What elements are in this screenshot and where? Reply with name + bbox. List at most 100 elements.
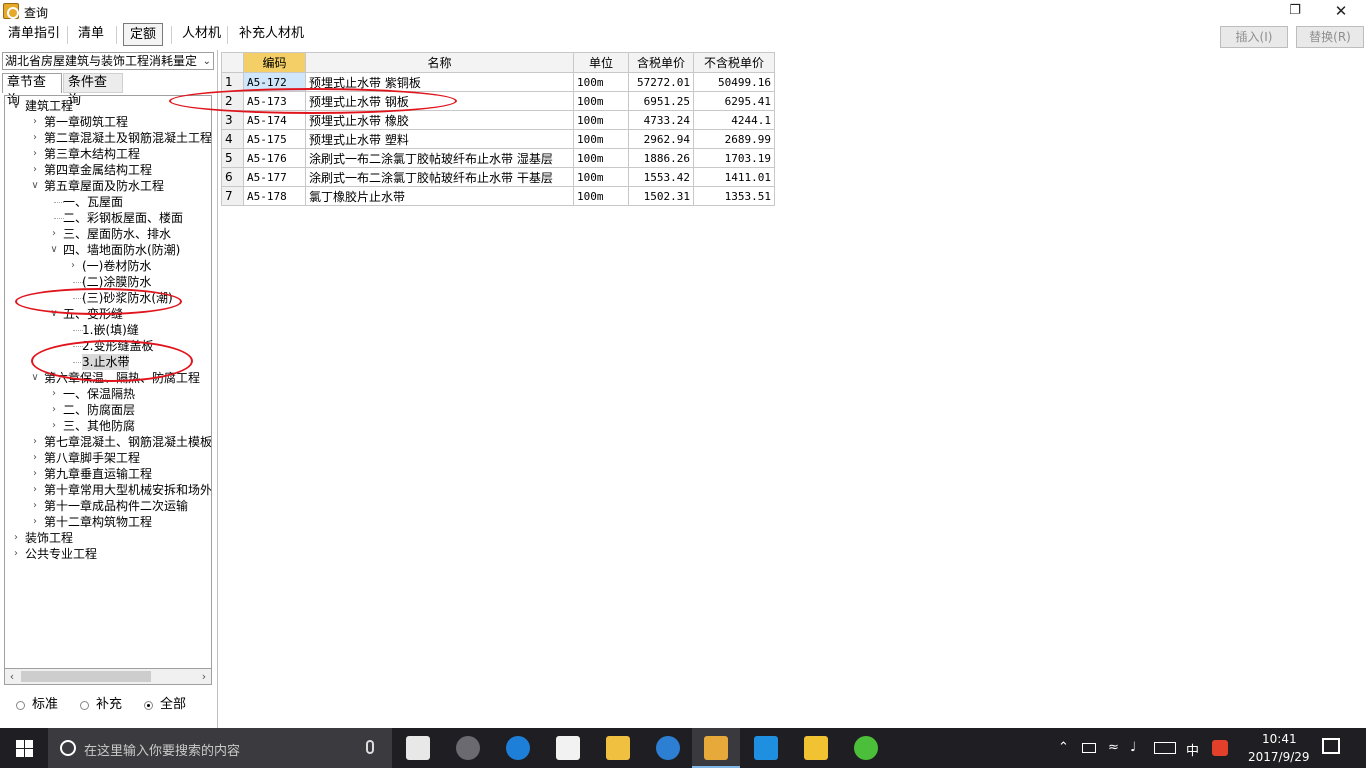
filter-radios: 标准 补充 全部 (0, 696, 218, 716)
table-row[interactable]: 4 A5-175 预埋式止水带 塑料 100m 2962.94 2689.99 (221, 129, 775, 149)
expand-closed-icon[interactable]: › (30, 482, 40, 498)
wifi-icon[interactable]: ≈ (1108, 740, 1119, 755)
scroll-right-icon[interactable]: › (197, 669, 211, 684)
tree-node[interactable]: 第五章屋面及防水工程 (44, 178, 164, 194)
volume-icon[interactable]: ♩ (1130, 740, 1136, 755)
notification-icon[interactable] (1322, 738, 1340, 754)
expand-closed-icon[interactable]: › (11, 530, 21, 546)
tree-node[interactable]: 一、保温隔热 (63, 386, 135, 402)
tree-node[interactable]: 三、屋面防水、排水 (63, 226, 171, 242)
tree-node[interactable]: 第九章垂直运输工程 (44, 466, 152, 482)
table-row[interactable]: 6 A5-177 涂刷式一布二涂氯丁胶帖玻纤布止水带 干基层 100m 1553.42 1… (221, 167, 775, 187)
tree-node[interactable]: 第十二章构筑物工程 (44, 514, 152, 530)
store-icon[interactable] (544, 728, 592, 768)
cell-name: 氯丁橡胶片止水带 (305, 186, 574, 206)
plus-icon[interactable] (742, 728, 790, 768)
expand-closed-icon[interactable]: › (49, 226, 59, 242)
table-row[interactable]: 5 A5-176 涂刷式一布二涂氯丁胶帖玻纤布止水带 湿基层 100m 1886.26 1… (221, 148, 775, 168)
header-code[interactable]: 编码 (243, 52, 306, 73)
battery-icon[interactable] (1082, 743, 1096, 753)
expand-open-icon[interactable]: ∨ (30, 178, 40, 194)
tab-condition-query[interactable]: 条件查询 (63, 73, 123, 108)
glodon-icon[interactable] (644, 728, 692, 768)
expand-closed-icon[interactable]: › (49, 402, 59, 418)
header-tax-price[interactable]: 含税单价 (628, 52, 694, 73)
expand-closed-icon[interactable]: › (68, 258, 78, 274)
explorer-icon[interactable] (594, 728, 642, 768)
expand-closed-icon[interactable]: › (30, 450, 40, 466)
windows-start-icon[interactable] (0, 728, 48, 768)
table-row[interactable]: 7 A5-178 氯丁橡胶片止水带 100m 1502.31 1353.51 (221, 186, 775, 206)
chevron-up-icon[interactable]: ⌃ (1058, 740, 1069, 755)
notes-icon[interactable] (692, 728, 740, 768)
help-icon[interactable] (792, 728, 840, 768)
taskbar-search[interactable]: 在这里输入你要搜索的内容 (48, 728, 392, 768)
expand-closed-icon[interactable]: › (30, 114, 40, 130)
expand-closed-icon[interactable]: › (30, 514, 40, 530)
expand-closed-icon[interactable]: › (11, 546, 21, 562)
tree-node[interactable]: 建筑工程 (25, 98, 73, 114)
tree-node[interactable]: (一)卷材防水 (82, 258, 151, 274)
tree-node[interactable]: 第二章混凝土及钢筋混凝土工程 (44, 130, 211, 146)
tree-node[interactable]: 二、防腐面层 (63, 402, 135, 418)
expand-closed-icon[interactable]: › (49, 418, 59, 434)
tab-chapter-query[interactable]: 章节查询 (2, 73, 62, 108)
expand-closed-icon[interactable]: › (30, 498, 40, 514)
microphone-icon[interactable] (366, 740, 374, 754)
library-select[interactable]: 湖北省房屋建筑与装饰工程消耗量定 ⌄ (2, 52, 214, 70)
tree-node[interactable]: 第一章砌筑工程 (44, 114, 128, 130)
cell-code: A5-177 (243, 167, 306, 187)
expand-closed-icon[interactable]: › (30, 434, 40, 450)
scroll-left-icon[interactable]: ‹ (5, 669, 19, 684)
tab-list[interactable]: 清单 (72, 23, 110, 46)
insert-button[interactable]: 插入(I) (1220, 26, 1288, 48)
tree-node[interactable]: 第十一章成品构件二次运输 (44, 498, 188, 514)
tree-node[interactable]: 1.嵌(填)缝 (82, 322, 139, 338)
edge-icon[interactable] (494, 728, 542, 768)
tab-materials[interactable]: 人材机 (176, 23, 227, 46)
expand-closed-icon[interactable]: › (30, 146, 40, 162)
replace-button[interactable]: 替换(R) (1296, 26, 1364, 48)
tree-node[interactable]: 第十章常用大型机械安拆和场外 (44, 482, 211, 498)
tab-extra-materials[interactable]: 补充人材机 (233, 23, 310, 46)
taskbar: 在这里输入你要搜索的内容 ⌃ ≈ ♩ 中 10:41 2017/9/29 (0, 728, 1366, 768)
tree-node[interactable]: 第三章木结构工程 (44, 146, 140, 162)
tree-node[interactable]: 四、墙地面防水(防潮) (63, 242, 180, 258)
expand-open-icon[interactable]: ∨ (49, 242, 59, 258)
green-app-icon[interactable] (842, 728, 890, 768)
windmill-icon[interactable] (394, 728, 442, 768)
scrollbar-thumb[interactable] (21, 671, 151, 682)
horizontal-scrollbar[interactable]: ‹ › (4, 668, 212, 685)
chevron-down-icon[interactable]: ⌄ (203, 54, 211, 69)
expand-closed-icon[interactable]: › (30, 130, 40, 146)
tree-node[interactable]: 装饰工程 (25, 530, 73, 546)
clock-date[interactable]: 2017/9/29 (1248, 750, 1310, 764)
header-name[interactable]: 名称 (305, 52, 574, 73)
table-header-row: 编码 名称 单位 含税单价 不含税单价 (221, 52, 775, 73)
tree-node[interactable]: 第七章混凝土、钢筋混凝土模板 (44, 434, 211, 450)
expand-closed-icon[interactable]: › (30, 162, 40, 178)
tab-quota[interactable]: 定额 (123, 23, 164, 46)
close-icon[interactable]: ✕ (1318, 0, 1364, 22)
expand-closed-icon[interactable]: › (49, 386, 59, 402)
clock-time[interactable]: 10:41 (1262, 732, 1297, 746)
tree-node[interactable]: 三、其他防腐 (63, 418, 135, 434)
tree-node[interactable]: 一、瓦屋面 (63, 194, 123, 210)
expand-open-icon[interactable]: ∨ (11, 98, 21, 114)
header-notax-price[interactable]: 不含税单价 (693, 52, 775, 73)
row-number: 6 (221, 167, 244, 187)
tree-node[interactable]: 公共专业工程 (25, 546, 97, 562)
left-panel: 湖北省房屋建筑与装饰工程消耗量定 ⌄ 章节查询 条件查询 ∨ 建筑工程 › 第一章砌筑… (0, 50, 218, 728)
ime-indicator[interactable]: 中 (1186, 740, 1199, 759)
expand-open-icon[interactable]: ∨ (30, 370, 40, 386)
tree-node[interactable]: 第八章脚手架工程 (44, 450, 140, 466)
sogou-icon[interactable] (1212, 740, 1228, 756)
tree-node[interactable]: 二、彩钢板屋面、楼面 (63, 210, 183, 226)
browser-icon[interactable] (444, 728, 492, 768)
maximize-icon[interactable]: ❐ (1272, 0, 1318, 22)
tab-list-guide[interactable]: 清单指引 (2, 23, 66, 46)
expand-closed-icon[interactable]: › (30, 466, 40, 482)
keyboard-icon[interactable] (1154, 742, 1176, 754)
header-unit[interactable]: 单位 (573, 52, 629, 73)
tree-node[interactable]: 第四章金属结构工程 (44, 162, 152, 178)
